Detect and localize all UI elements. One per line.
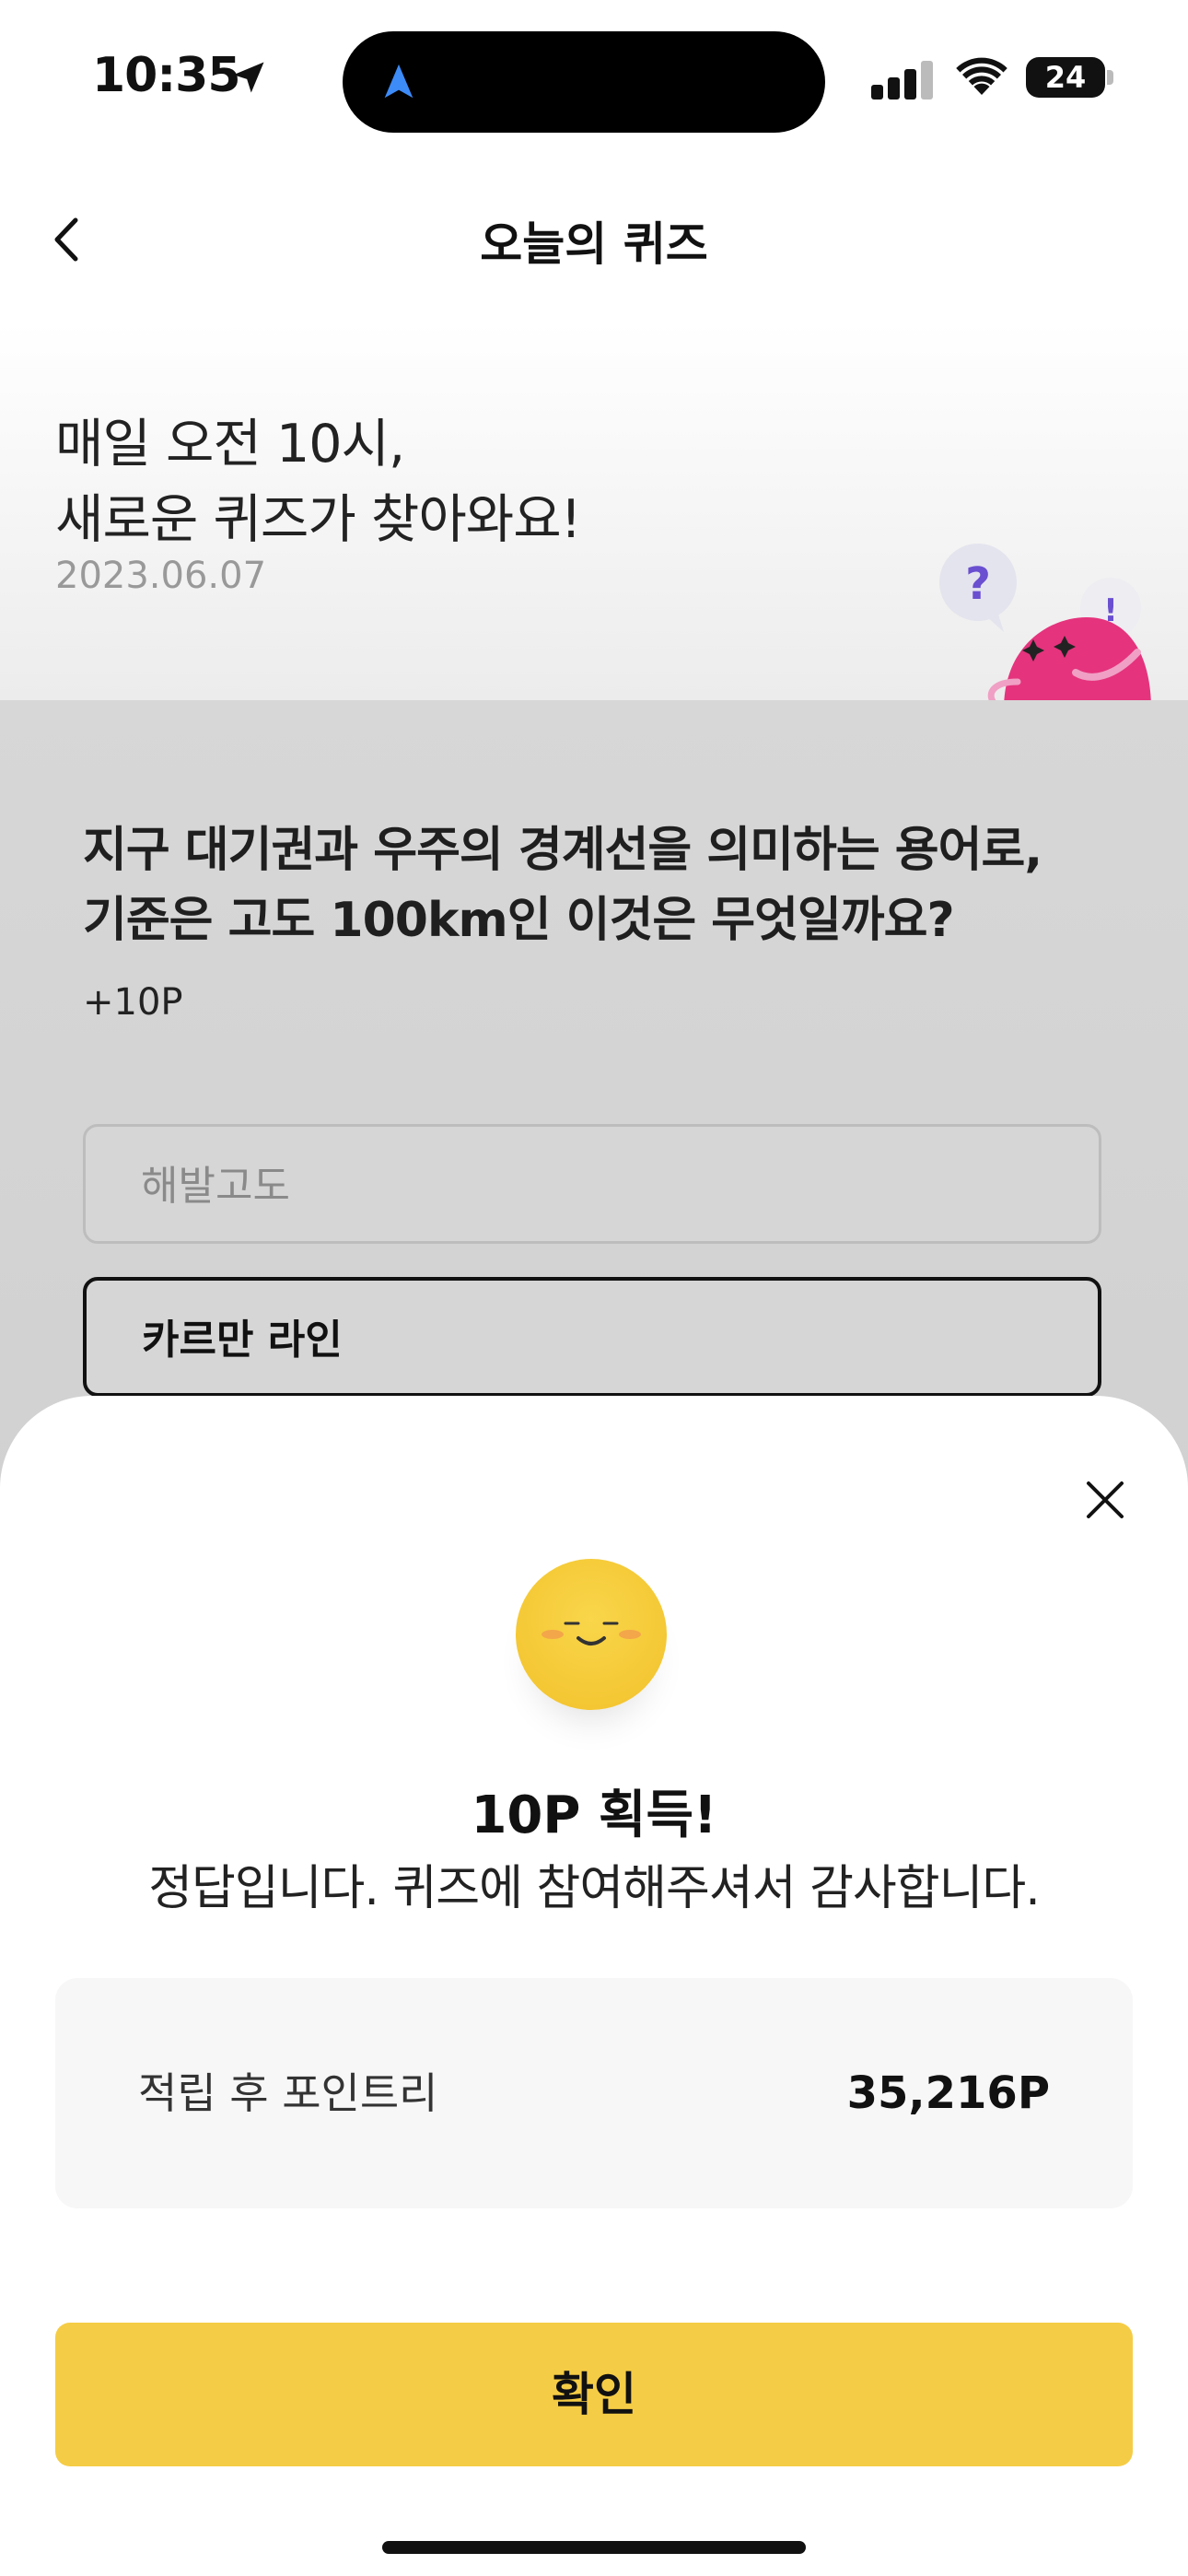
dynamic-island — [343, 31, 825, 133]
quiz-date: 2023.06.07 — [55, 555, 267, 597]
points-summary: 적립 후 포인트리 35,216P — [55, 1978, 1133, 2208]
result-bottom-sheet: 10P 획득! 정답입니다. 퀴즈에 참여해주셔서 감사합니다. 적립 후 포인… — [0, 1396, 1188, 2576]
answer-option-label: 해발고도 — [141, 1163, 290, 1210]
battery-icon: 24 — [1026, 57, 1105, 98]
quiz-screen: 10:35 24 오늘의 퀴즈 매일 오전 10시, 새로운 퀴즈가 찾아와요!… — [0, 0, 1188, 2576]
quiz-mascot-illustration: ? ! — [939, 544, 1151, 700]
answer-option-label: 카르만 라인 — [142, 1317, 343, 1364]
quiz-reward: +10P — [83, 981, 183, 1024]
navigation-icon — [384, 64, 413, 99]
battery-cap — [1107, 70, 1113, 85]
answer-option-2-selected[interactable]: 카르만 라인 — [83, 1277, 1101, 1397]
question-line2: 기준은 고도 100km인 이것은 무엇일까요? — [83, 893, 955, 948]
smiling-face-icon — [516, 1559, 667, 1710]
status-time: 10:35 — [92, 48, 241, 103]
hero-headline-line2: 새로운 퀴즈가 찾아와요! — [55, 489, 581, 550]
points-value: 35,216P — [846, 2067, 1050, 2119]
nav-header: 오늘의 퀴즈 — [0, 157, 1188, 322]
close-icon — [1087, 1481, 1124, 1518]
quiz-question: 지구 대기권과 우주의 경계선을 의미하는 용어로, 기준은 고도 100km인… — [83, 815, 1114, 955]
status-bar: 10:35 24 — [0, 0, 1188, 157]
answer-option-1[interactable]: 해발고도 — [83, 1124, 1101, 1244]
home-indicator[interactable] — [382, 2541, 806, 2554]
hero-headline-line1: 매일 오전 10시, — [55, 414, 405, 474]
quiz-hero: 매일 오전 10시, 새로운 퀴즈가 찾아와요! 2023.06.07 ? ! — [0, 322, 1188, 700]
result-message: 정답입니다. 퀴즈에 참여해주셔서 감사합니다. — [148, 1861, 1041, 1916]
question-mark-text: ? — [965, 558, 991, 610]
confirm-button[interactable]: 확인 — [55, 2323, 1133, 2466]
close-button[interactable] — [1070, 1465, 1140, 1535]
confirm-button-label: 확인 — [552, 2368, 636, 2421]
location-arrow-icon — [233, 62, 264, 93]
cellular-signal-icon — [871, 59, 934, 100]
question-line1: 지구 대기권과 우주의 경계선을 의미하는 용어로, — [83, 823, 1042, 878]
wifi-icon — [956, 57, 1007, 95]
battery-level: 24 — [1044, 60, 1087, 95]
page-title: 오늘의 퀴즈 — [480, 217, 708, 271]
points-label: 적립 후 포인트리 — [138, 2068, 438, 2118]
result-title: 10P 획득! — [471, 1786, 717, 1845]
